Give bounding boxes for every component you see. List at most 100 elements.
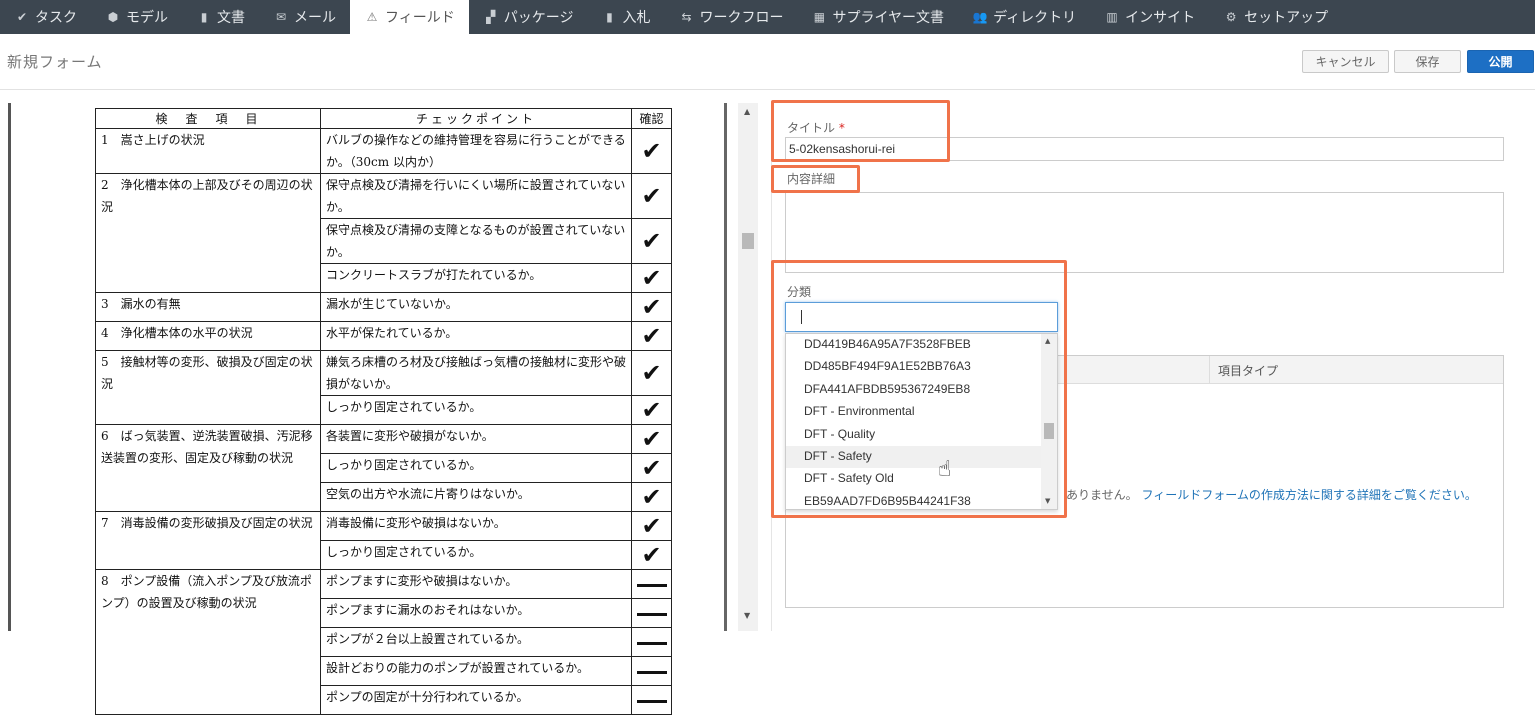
table-row: 8 ポンプ設備（流入ポンプ及び放流ポンプ）の設置及び稼動の状況 ポンプますに変形や… <box>95 569 672 715</box>
nav-label: サプライヤー文書 <box>832 10 945 26</box>
table-row: 4 浄化槽本体の水平の状況 水平が保たれているか。 ✔ <box>95 321 672 351</box>
checkmark-icon: ✔ <box>631 350 672 396</box>
nav-item-10[interactable]: ▥ インサイト <box>1090 0 1209 34</box>
nav-icon: ▦ <box>813 10 826 24</box>
nav-label: 文書 <box>217 10 245 26</box>
checkmark-icon: ✔ <box>631 128 672 174</box>
nav-icon: ⚠ <box>366 10 378 24</box>
table-row: 5 接触材等の変形、破損及び固定の状況 嫌気ろ床槽のろ材及び接触ばっ気槽の接触材に… <box>95 350 672 425</box>
checkpoint-cell: コンクリートスラブが打たれているか。 <box>320 263 632 293</box>
scroll-up-icon[interactable]: ▲ <box>744 107 750 116</box>
inspection-item-cell: 8 ポンプ設備（流入ポンプ及び放流ポンプ）の設置及び稼動の状況 <box>95 569 321 715</box>
nav-label: ディレクトリ <box>993 10 1077 26</box>
inspection-item-cell: 7 消毒設備の変形破損及び固定の状況 <box>95 511 321 570</box>
page-edge <box>724 103 727 631</box>
inspection-item-cell: 2 浄化槽本体の上部及びその周辺の状況 <box>95 173 321 293</box>
checkmark-icon: ✔ <box>631 263 672 293</box>
checkpoint-cell: しっかり固定されているか。 <box>320 453 632 483</box>
nav-icon: 👥 <box>972 10 988 24</box>
table-row: 7 消毒設備の変形破損及び固定の状況 消毒設備に変形や破損はないか。 ✔ <box>95 511 672 570</box>
checkpoint-cell: 保守点検及び清掃の支障となるものが設置されていないか。 <box>320 218 632 264</box>
empty-message: ありません。 フィールドフォームの作成方法に関する詳細をご覧ください。 <box>1066 486 1477 503</box>
viewer-scrollbar[interactable]: ▲ ▼ <box>738 103 758 631</box>
nav-label: セットアップ <box>1244 10 1329 26</box>
checkpoint-cell: 設計どおりの能力のポンプが設置されているか。 <box>320 656 632 686</box>
inspection-checklist-table: 検 査 項 目 チェックポイント 確認 1 嵩さ上げの状況 バルブの操作などの維持… <box>95 108 672 715</box>
nav-icon: ▮ <box>200 10 208 24</box>
scroll-down-icon[interactable]: ▼ <box>744 611 750 620</box>
dash-mark-icon <box>631 569 672 599</box>
dash-mark-icon <box>631 656 672 686</box>
checkpoint-cell: バルブの操作などの維持管理を容易に行うことができるか。（30cm 以内か） <box>320 128 632 174</box>
table-row: 6 ばっ気装置、逆洗装置破損、汚泥移送装置の変形、固定及び稼動の状況 各装置に変形… <box>95 424 672 512</box>
cancel-button[interactable]: キャンセル <box>1302 50 1389 73</box>
nav-item-3[interactable]: ✉ メール <box>259 0 350 34</box>
category-highlight-box <box>771 260 1067 518</box>
page-title: 新規フォーム <box>7 53 103 71</box>
nav-item-1[interactable]: ⬢ モデル <box>91 0 182 34</box>
checkmark-icon: ✔ <box>631 395 672 425</box>
nav-label: ワークフロー <box>699 10 784 26</box>
dash-mark-icon <box>631 685 672 715</box>
nav-label: インサイト <box>1125 10 1196 26</box>
nav-icon: ▮ <box>606 10 613 24</box>
table-row: 2 浄化槽本体の上部及びその周辺の状況 保守点検及び清掃を行いにくい場所に設置され… <box>95 173 672 293</box>
nav-label: パッケージ <box>503 10 574 26</box>
dash-mark-icon <box>631 598 672 628</box>
top-nav: ✔ タスク ⬢ モデル ▮ 文書 ✉ メール ⚠ フィールド ▞ パッケージ ▮ 入札 ⇆ ワークフロー ▦ サプ… <box>0 0 1535 34</box>
checkpoint-cell: しっかり固定されているか。 <box>320 395 632 425</box>
checkmark-icon: ✔ <box>631 453 672 483</box>
help-link[interactable]: フィールドフォームの作成方法に関する詳細をご覧ください。 <box>1141 488 1476 502</box>
checkpoint-cell: ポンプますに変形や破損はないか。 <box>320 569 632 599</box>
table-row: 3 漏水の有無 漏水が生じていないか。 ✔ <box>95 292 672 322</box>
nav-item-7[interactable]: ⇆ ワークフロー <box>664 0 797 34</box>
nav-item-9[interactable]: 👥 ディレクトリ <box>958 0 1090 34</box>
nav-label: 入札 <box>622 10 651 26</box>
header-inspection-item: 検 査 項 目 <box>95 108 321 129</box>
description-highlight-box <box>771 165 860 193</box>
nav-icon: ⇆ <box>681 10 692 24</box>
nav-item-0[interactable]: ✔ タスク <box>0 0 91 34</box>
nav-icon: ⚙ <box>1225 10 1237 24</box>
checkmark-icon: ✔ <box>631 511 672 541</box>
nav-label: メール <box>294 10 336 26</box>
checkpoint-cell: ポンプが２台以上設置されているか。 <box>320 627 632 657</box>
nav-label: モデル <box>126 10 168 26</box>
title-highlight-box <box>771 100 950 162</box>
empty-text: ありません。 <box>1066 488 1138 502</box>
nav-label: タスク <box>35 10 77 26</box>
document-viewer[interactable]: 検 査 項 目 チェックポイント 確認 1 嵩さ上げの状況 バルブの操作などの維持… <box>0 103 758 715</box>
nav-item-4[interactable]: ⚠ フィールド <box>350 0 469 34</box>
nav-item-8[interactable]: ▦ サプライヤー文書 <box>797 0 958 34</box>
inspection-item-cell: 6 ばっ気装置、逆洗装置破損、汚泥移送装置の変形、固定及び稼動の状況 <box>95 424 321 512</box>
column-item-type: 項目タイプ <box>1209 356 1286 384</box>
nav-item-11[interactable]: ⚙ セットアップ <box>1209 0 1342 34</box>
checkpoint-cell: 漏水が生じていないか。 <box>320 292 632 322</box>
nav-icon: ▞ <box>486 10 496 24</box>
scrollbar-thumb[interactable] <box>742 233 754 249</box>
nav-item-6[interactable]: ▮ 入札 <box>587 0 664 34</box>
nav-label: フィールド <box>385 10 455 26</box>
page-edge <box>8 103 11 631</box>
header-checkpoint: チェックポイント <box>320 108 632 129</box>
save-button[interactable]: 保存 <box>1394 50 1461 73</box>
table-header-row: 検 査 項 目 チェックポイント 確認 <box>95 108 672 129</box>
nav-icon: ▥ <box>1106 10 1118 24</box>
checkpoint-cell: 消毒設備に変形や破損はないか。 <box>320 511 632 541</box>
checkmark-icon: ✔ <box>631 321 672 351</box>
header-confirm: 確認 <box>631 108 672 129</box>
checkmark-icon: ✔ <box>631 424 672 454</box>
nav-item-5[interactable]: ▞ パッケージ <box>469 0 588 34</box>
dash-mark-icon <box>631 627 672 657</box>
checkmark-icon: ✔ <box>631 218 672 264</box>
checkpoint-cell: 嫌気ろ床槽のろ材及び接触ばっ気槽の接触材に変形や破損がないか。 <box>320 350 632 396</box>
publish-button[interactable]: 公開 <box>1467 50 1534 73</box>
checkmark-icon: ✔ <box>631 482 672 512</box>
nav-item-2[interactable]: ▮ 文書 <box>182 0 259 34</box>
checkpoint-cell: 水平が保たれているか。 <box>320 321 632 351</box>
checkpoint-cell: 空気の出方や水流に片寄りはないか。 <box>320 482 632 512</box>
inspection-item-cell: 4 浄化槽本体の水平の状況 <box>95 321 321 351</box>
inspection-item-cell: 1 嵩さ上げの状況 <box>95 128 321 174</box>
page-header: 新規フォーム キャンセル 保存 公開 <box>0 34 1535 90</box>
checkpoint-cell: 保守点検及び清掃を行いにくい場所に設置されていないか。 <box>320 173 632 219</box>
